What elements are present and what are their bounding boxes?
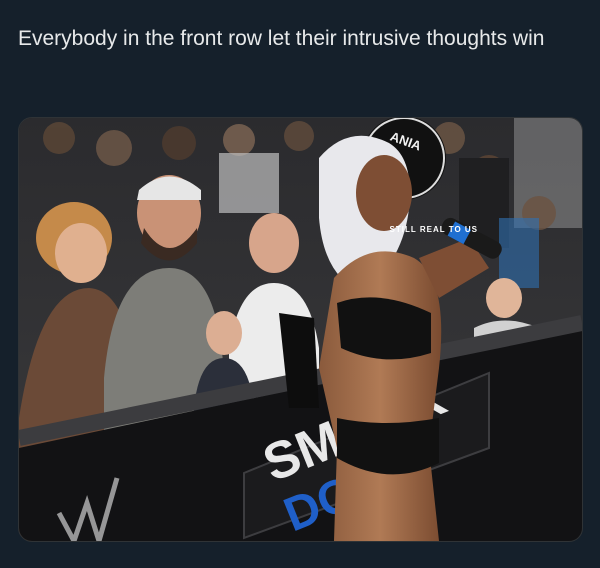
tweet-media-image[interactable]: ANIA STILL REAL TO US bbox=[18, 117, 583, 542]
watermark-text: STILL REAL TO US bbox=[389, 225, 478, 234]
wrestling-photo: ANIA bbox=[19, 118, 582, 541]
tweet-text: Everybody in the front row let their int… bbox=[18, 27, 545, 50]
tweet-post: Everybody in the front row let their int… bbox=[0, 0, 600, 568]
